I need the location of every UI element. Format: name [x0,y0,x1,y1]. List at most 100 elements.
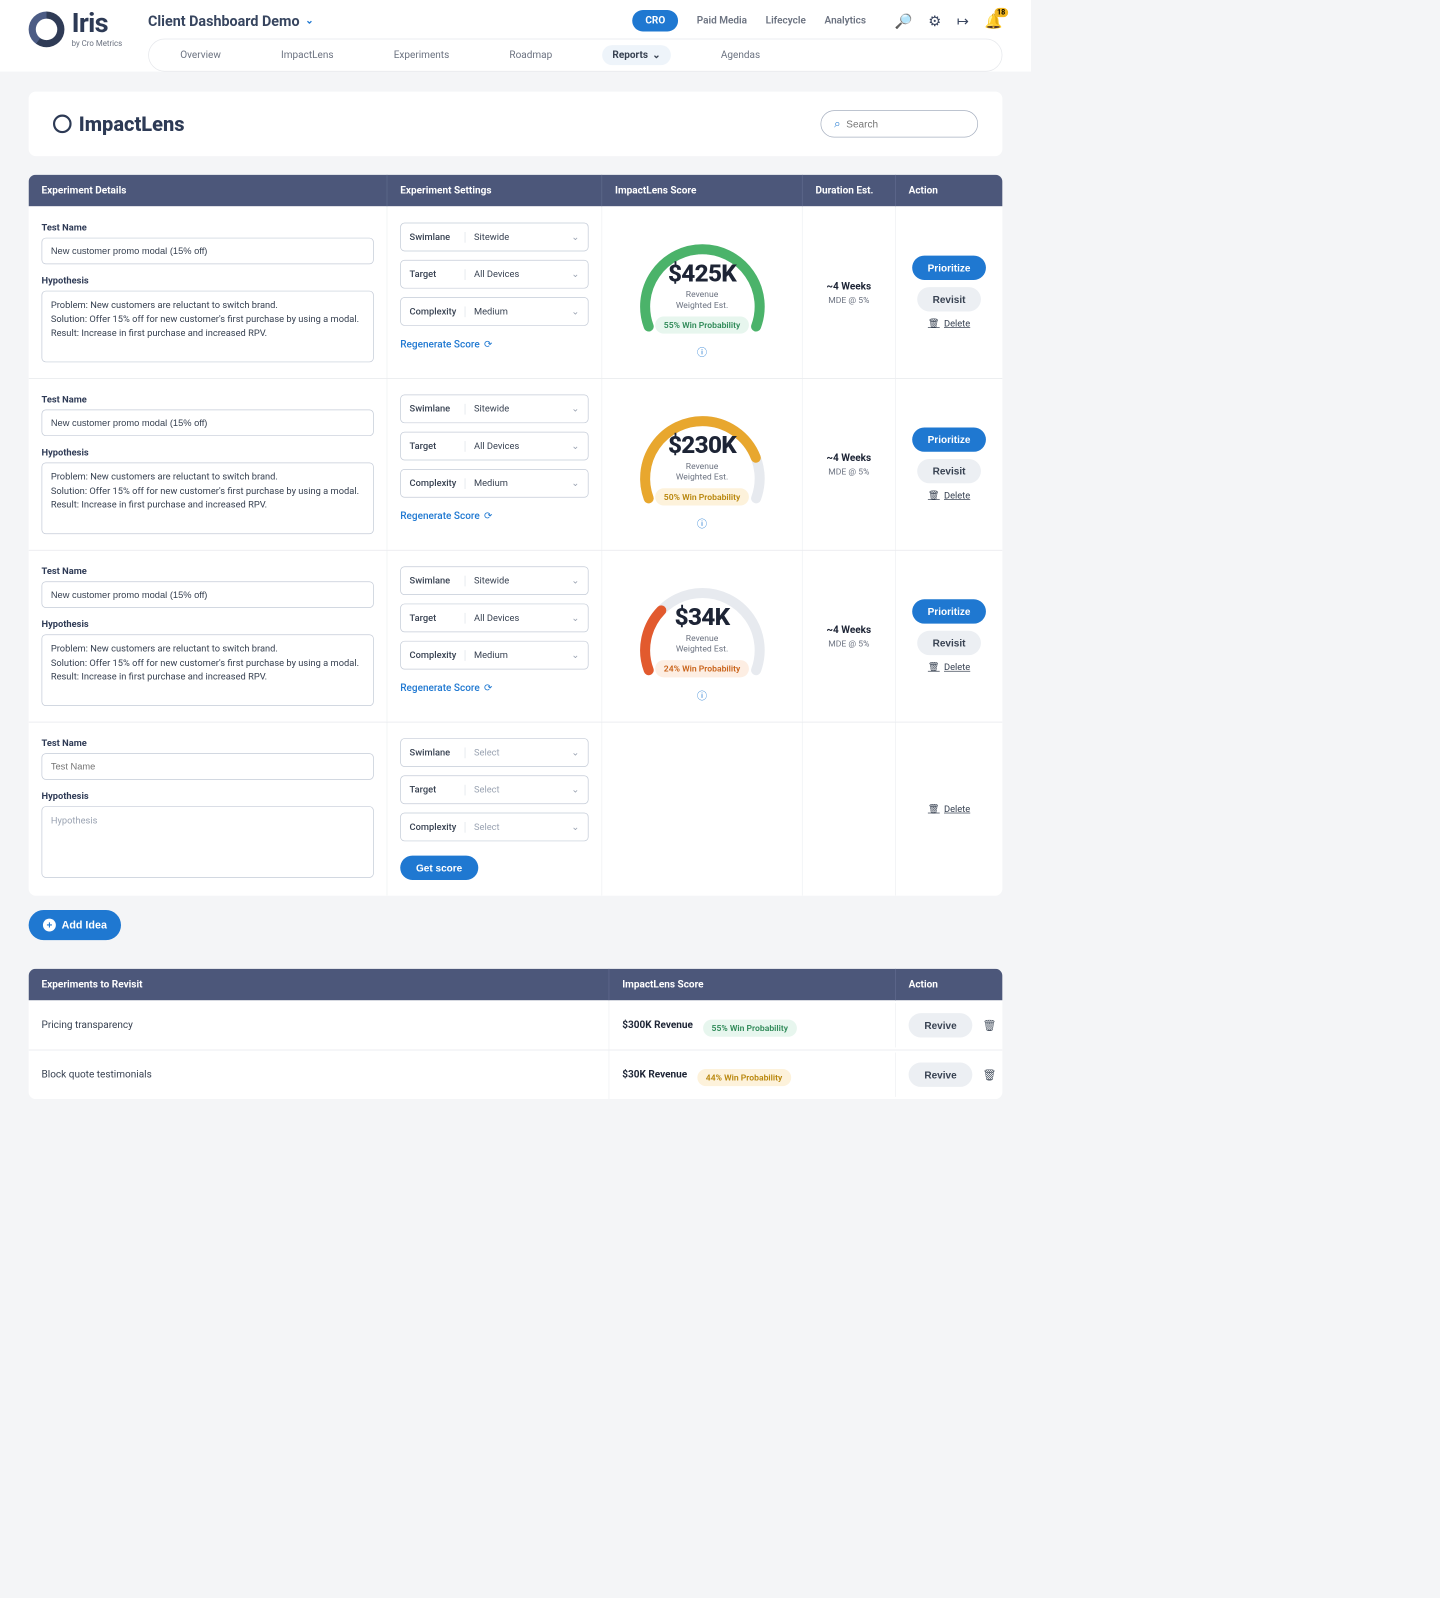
win-probability-chip: 55% Win Probability [703,1020,797,1037]
app-logo: Iris by Cro Metrics [29,10,123,48]
notifications-icon[interactable]: 🔔18 [985,12,1003,29]
hypothesis-input[interactable]: Hypothesis [42,806,374,878]
prioritize-button[interactable]: Prioritize [912,256,986,280]
subnav-experiments[interactable]: Experiments [384,45,460,65]
revisit-button[interactable]: Revisit [917,287,981,311]
score-subtitle: RevenueWeighted Est. [630,633,773,654]
page-title: ImpactLens [53,112,185,136]
table-row: Test Name Hypothesis Problem: New custom… [29,378,1003,550]
revisit-button[interactable]: Revisit [917,459,981,483]
subnav-roadmap[interactable]: Roadmap [499,45,562,65]
delete-link[interactable]: 🗑Delete [928,319,970,330]
target-select[interactable]: TargetAll Devices⌄ [400,260,588,289]
chevron-down-icon: ⌄ [563,650,588,661]
target-select[interactable]: TargetAll Devices⌄ [400,432,588,461]
regenerate-score-link[interactable]: Regenerate Score ⟳ [400,511,588,522]
revisit-row: Pricing transparency $300K Revenue 55% W… [29,1000,1003,1049]
settings-icon[interactable]: ⚙ [928,12,941,29]
search-input[interactable] [846,118,976,129]
hypothesis-input[interactable]: Problem: New customers are reluctant to … [42,463,374,535]
test-name-input[interactable] [42,410,374,436]
subnav-impactlens[interactable]: ImpactLens [271,45,344,65]
rcol-score: ImpactLens Score [609,969,895,1001]
search-box[interactable]: ⌕ [821,110,979,137]
swimlane-select[interactable]: SwimlaneSitewide⌄ [400,395,588,424]
client-switcher[interactable]: Client Dashboard Demo ⌄ [148,12,314,29]
swimlane-select[interactable]: SwimlaneSelect⌄ [400,738,588,767]
hypothesis-input[interactable]: Problem: New customers are reluctant to … [42,291,374,363]
duration-value: ~4 Weeks [826,280,871,291]
subnav-reports[interactable]: Reports ⌄ [602,45,670,65]
subnav-overview[interactable]: Overview [170,45,231,65]
revisit-header: Experiments to Revisit ImpactLens Score … [29,969,1003,1001]
delete-link[interactable]: 🗑Delete [928,490,970,501]
target-select[interactable]: TargetAll Devices⌄ [400,604,588,633]
notif-badge: 18 [994,8,1008,17]
duration-mde: MDE @ 5% [828,638,869,648]
revive-button[interactable]: Revive [909,1063,973,1087]
chevron-down-icon: ⌄ [563,747,588,758]
swimlane-select[interactable]: SwimlaneSitewide⌄ [400,223,588,252]
logout-icon[interactable]: ↦ [957,12,969,29]
score-value: $425K [630,259,773,288]
win-probability-chip: 55% Win Probability [655,316,749,333]
regenerate-score-link[interactable]: Regenerate Score ⟳ [400,682,588,693]
nav-paid-media[interactable]: Paid Media [697,15,747,26]
test-name-input[interactable] [42,238,374,264]
refresh-icon: ⟳ [484,511,492,522]
trash-icon: 🗑 [928,490,940,501]
page-title-text: ImpactLens [79,112,185,136]
info-icon[interactable]: ⓘ [697,345,707,359]
hypothesis-input[interactable]: Problem: New customers are reluctant to … [42,634,374,706]
chevron-down-icon: ⌄ [563,441,588,452]
test-name-label: Test Name [42,395,374,406]
score-value: $230K [630,431,773,460]
hypothesis-label: Hypothesis [42,448,374,459]
revisit-name: Block quote testimonials [29,1056,609,1093]
nav-analytics[interactable]: Analytics [824,15,865,26]
delete-link[interactable]: 🗑Delete [928,804,970,815]
col-action: Action [895,175,1002,207]
add-idea-button[interactable]: + Add Idea [29,910,122,940]
subnav-agendas[interactable]: Agendas [711,45,770,65]
delete-link[interactable]: 🗑Delete [928,662,970,673]
explore-icon[interactable]: 🔎 [895,12,913,29]
win-probability-chip: 50% Win Probability [655,488,749,505]
chevron-down-icon: ⌄ [563,613,588,624]
prioritize-button[interactable]: Prioritize [912,599,986,623]
complexity-select[interactable]: ComplexityMedium⌄ [400,469,588,498]
nav-lifecycle[interactable]: Lifecycle [766,15,806,26]
chevron-down-icon: ⌄ [563,269,588,280]
hypothesis-label: Hypothesis [42,619,374,630]
complexity-select[interactable]: ComplexitySelect⌄ [400,813,588,842]
complexity-select[interactable]: ComplexityMedium⌄ [400,641,588,670]
prioritize-button[interactable]: Prioritize [912,427,986,451]
rcol-experiments: Experiments to Revisit [29,969,609,1001]
test-name-input[interactable] [42,753,374,779]
trash-icon[interactable]: 🗑 [982,1019,996,1032]
table-row-empty: Test Name Hypothesis Hypothesis Swimlane… [29,722,1003,896]
swimlane-select[interactable]: SwimlaneSitewide⌄ [400,566,588,595]
hypothesis-label: Hypothesis [42,276,374,287]
trash-icon[interactable]: 🗑 [982,1068,996,1081]
revive-button[interactable]: Revive [909,1013,973,1037]
info-icon[interactable]: ⓘ [697,688,707,702]
revisit-revenue: $30K Revenue [622,1069,687,1080]
info-icon[interactable]: ⓘ [697,517,707,531]
plus-icon: + [43,919,56,932]
revisit-name: Pricing transparency [29,1007,609,1044]
revisit-revenue: $300K Revenue [622,1020,693,1031]
target-select[interactable]: TargetSelect⌄ [400,775,588,804]
revisit-row: Block quote testimonials $30K Revenue 44… [29,1050,1003,1099]
logo-subtext: by Cro Metrics [72,39,123,48]
get-score-button[interactable]: Get score [400,856,478,880]
complexity-select[interactable]: ComplexityMedium⌄ [400,297,588,326]
revisit-button[interactable]: Revisit [917,631,981,655]
test-name-input[interactable] [42,581,374,607]
nav-cro[interactable]: CRO [632,10,678,31]
trash-icon: 🗑 [928,662,940,673]
chevron-down-icon: ⌄ [563,478,588,489]
subnav-reports-label: Reports [612,49,648,60]
regenerate-score-link[interactable]: Regenerate Score ⟳ [400,339,588,350]
refresh-icon: ⟳ [484,339,492,350]
